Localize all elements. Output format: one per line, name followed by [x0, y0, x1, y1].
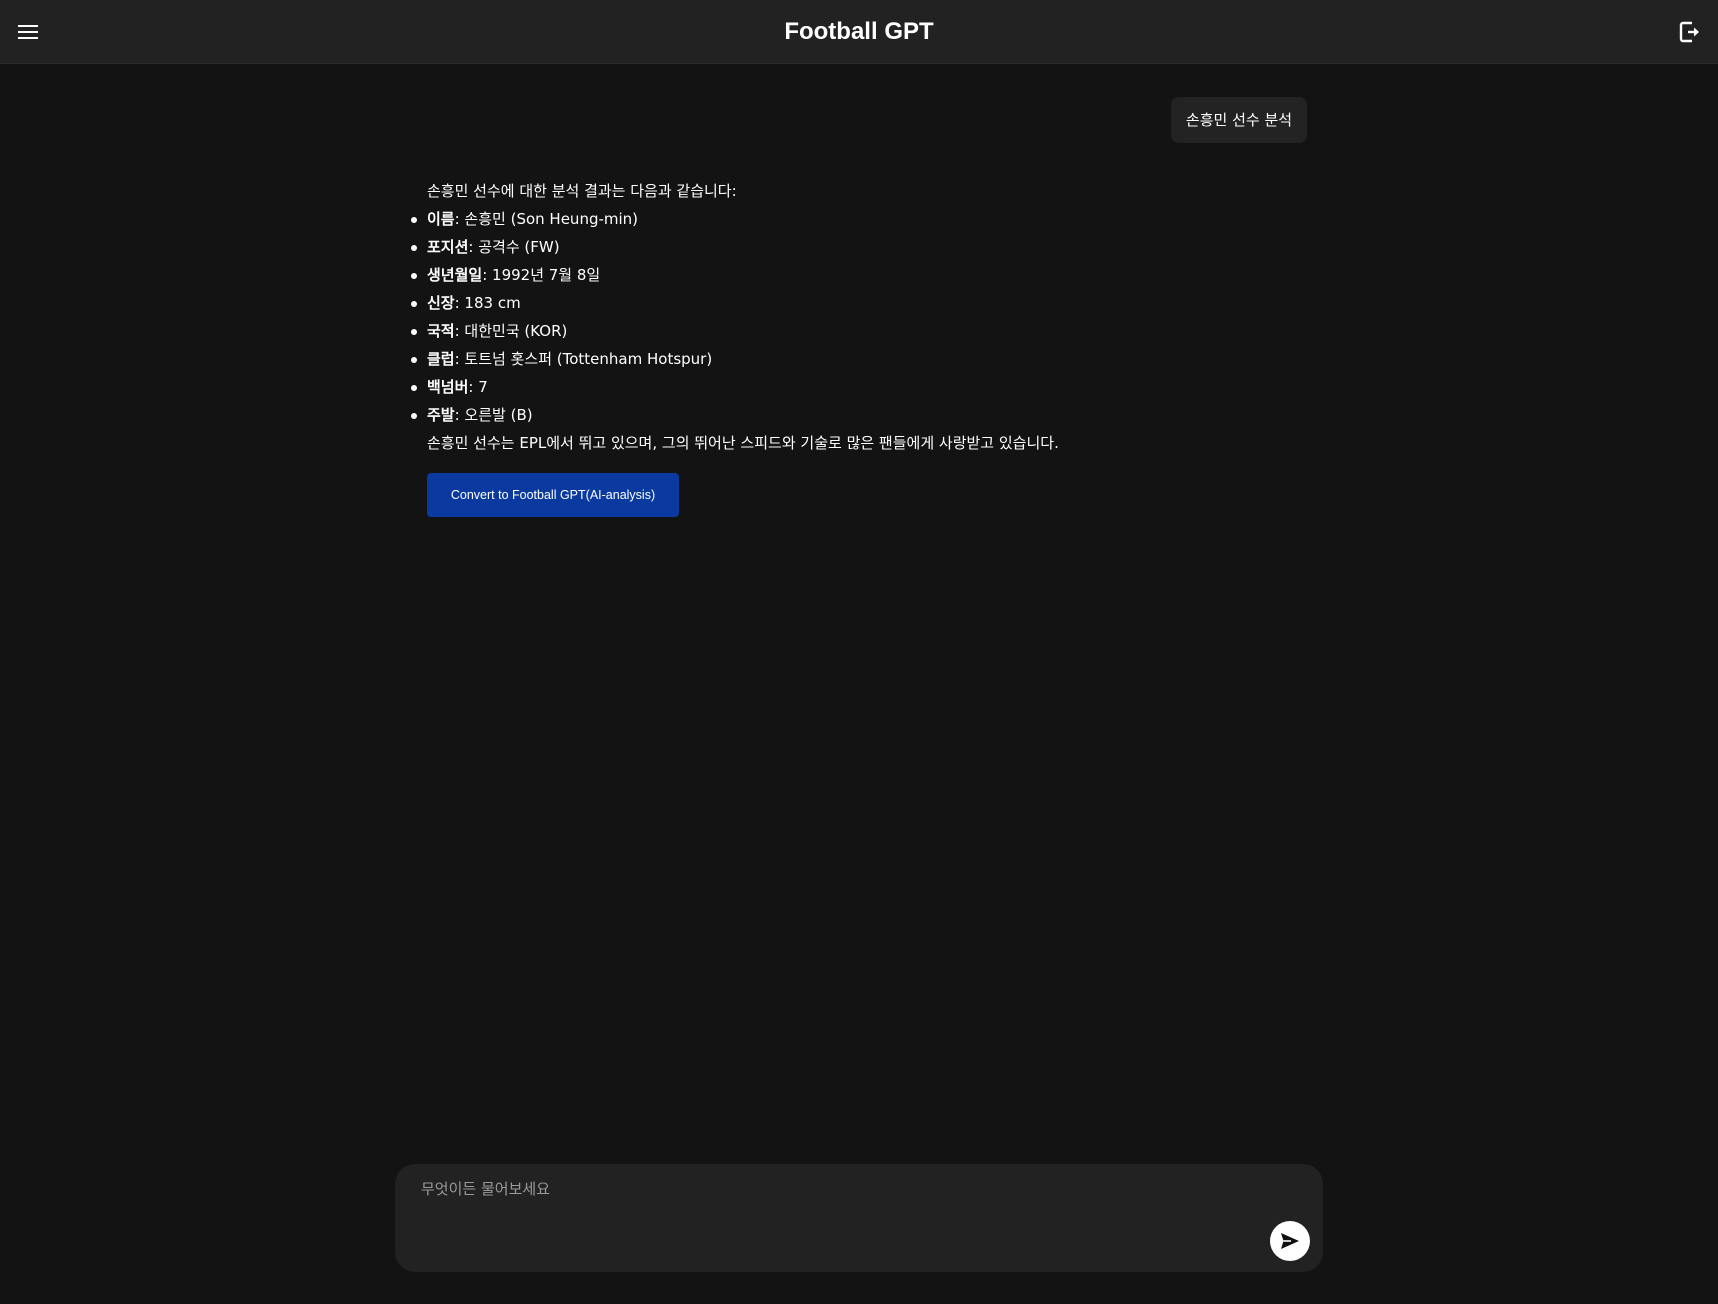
chat-input[interactable]: [421, 1178, 1281, 1228]
list-item: 포지션: 공격수 (FW): [411, 233, 1227, 261]
app-title: Football GPT: [784, 18, 934, 45]
assistant-intro-text: 손흥민 선수에 대한 분석 결과는 다음과 같습니다:: [427, 182, 737, 200]
chat-composer: [395, 1164, 1323, 1272]
detail-value: : 7: [468, 378, 488, 396]
convert-ai-analysis-button[interactable]: Convert to Football GPT(AI-analysis): [427, 473, 679, 517]
player-detail-list: 이름: 손흥민 (Son Heung-min) 포지션: 공격수 (FW) 생년…: [411, 205, 1227, 429]
list-item: 이름: 손흥민 (Son Heung-min): [411, 205, 1227, 233]
detail-key: 이름: [427, 210, 455, 228]
detail-key: 생년월일: [427, 266, 483, 284]
detail-value: : 토트넘 홋스퍼 (Tottenham Hotspur): [454, 350, 713, 368]
list-item: 클럽: 토트넘 홋스퍼 (Tottenham Hotspur): [411, 345, 1227, 373]
detail-key: 클럽: [427, 350, 455, 368]
list-item: 생년월일: 1992년 7월 8일: [411, 261, 1227, 289]
detail-value: : 공격수 (FW): [468, 238, 560, 256]
detail-key: 주발: [427, 406, 455, 424]
detail-value: : 대한민국 (KOR): [454, 322, 568, 340]
detail-value: : 손흥민 (Son Heung-min): [454, 210, 639, 228]
send-button[interactable]: [1270, 1221, 1310, 1261]
detail-key: 포지션: [427, 238, 469, 256]
send-icon: [1281, 1233, 1299, 1249]
list-item: 주발: 오른발 (B): [411, 401, 1227, 429]
detail-key: 국적: [427, 322, 455, 340]
list-item: 백넘버: 7: [411, 373, 1227, 401]
assistant-summary-text: 손흥민 선수는 EPL에서 뛰고 있으며, 그의 뛰어난 스피드와 기술로 많은…: [427, 434, 1059, 452]
logout-icon: [1679, 21, 1699, 43]
list-item: 국적: 대한민국 (KOR): [411, 317, 1227, 345]
app-header: Football GPT: [0, 0, 1718, 64]
assistant-message: 손흥민 선수에 대한 분석 결과는 다음과 같습니다: 이름: 손흥민 (Son…: [411, 177, 1227, 517]
user-message-bubble: 손흥민 선수 분석: [1171, 97, 1307, 143]
detail-key: 신장: [427, 294, 455, 312]
logout-button[interactable]: [1677, 19, 1703, 45]
list-item: 신장: 183 cm: [411, 289, 1227, 317]
detail-key: 백넘버: [427, 378, 469, 396]
detail-value: : 1992년 7월 8일: [482, 266, 601, 284]
detail-value: : 오른발 (B): [454, 406, 533, 424]
detail-value: : 183 cm: [454, 294, 521, 312]
